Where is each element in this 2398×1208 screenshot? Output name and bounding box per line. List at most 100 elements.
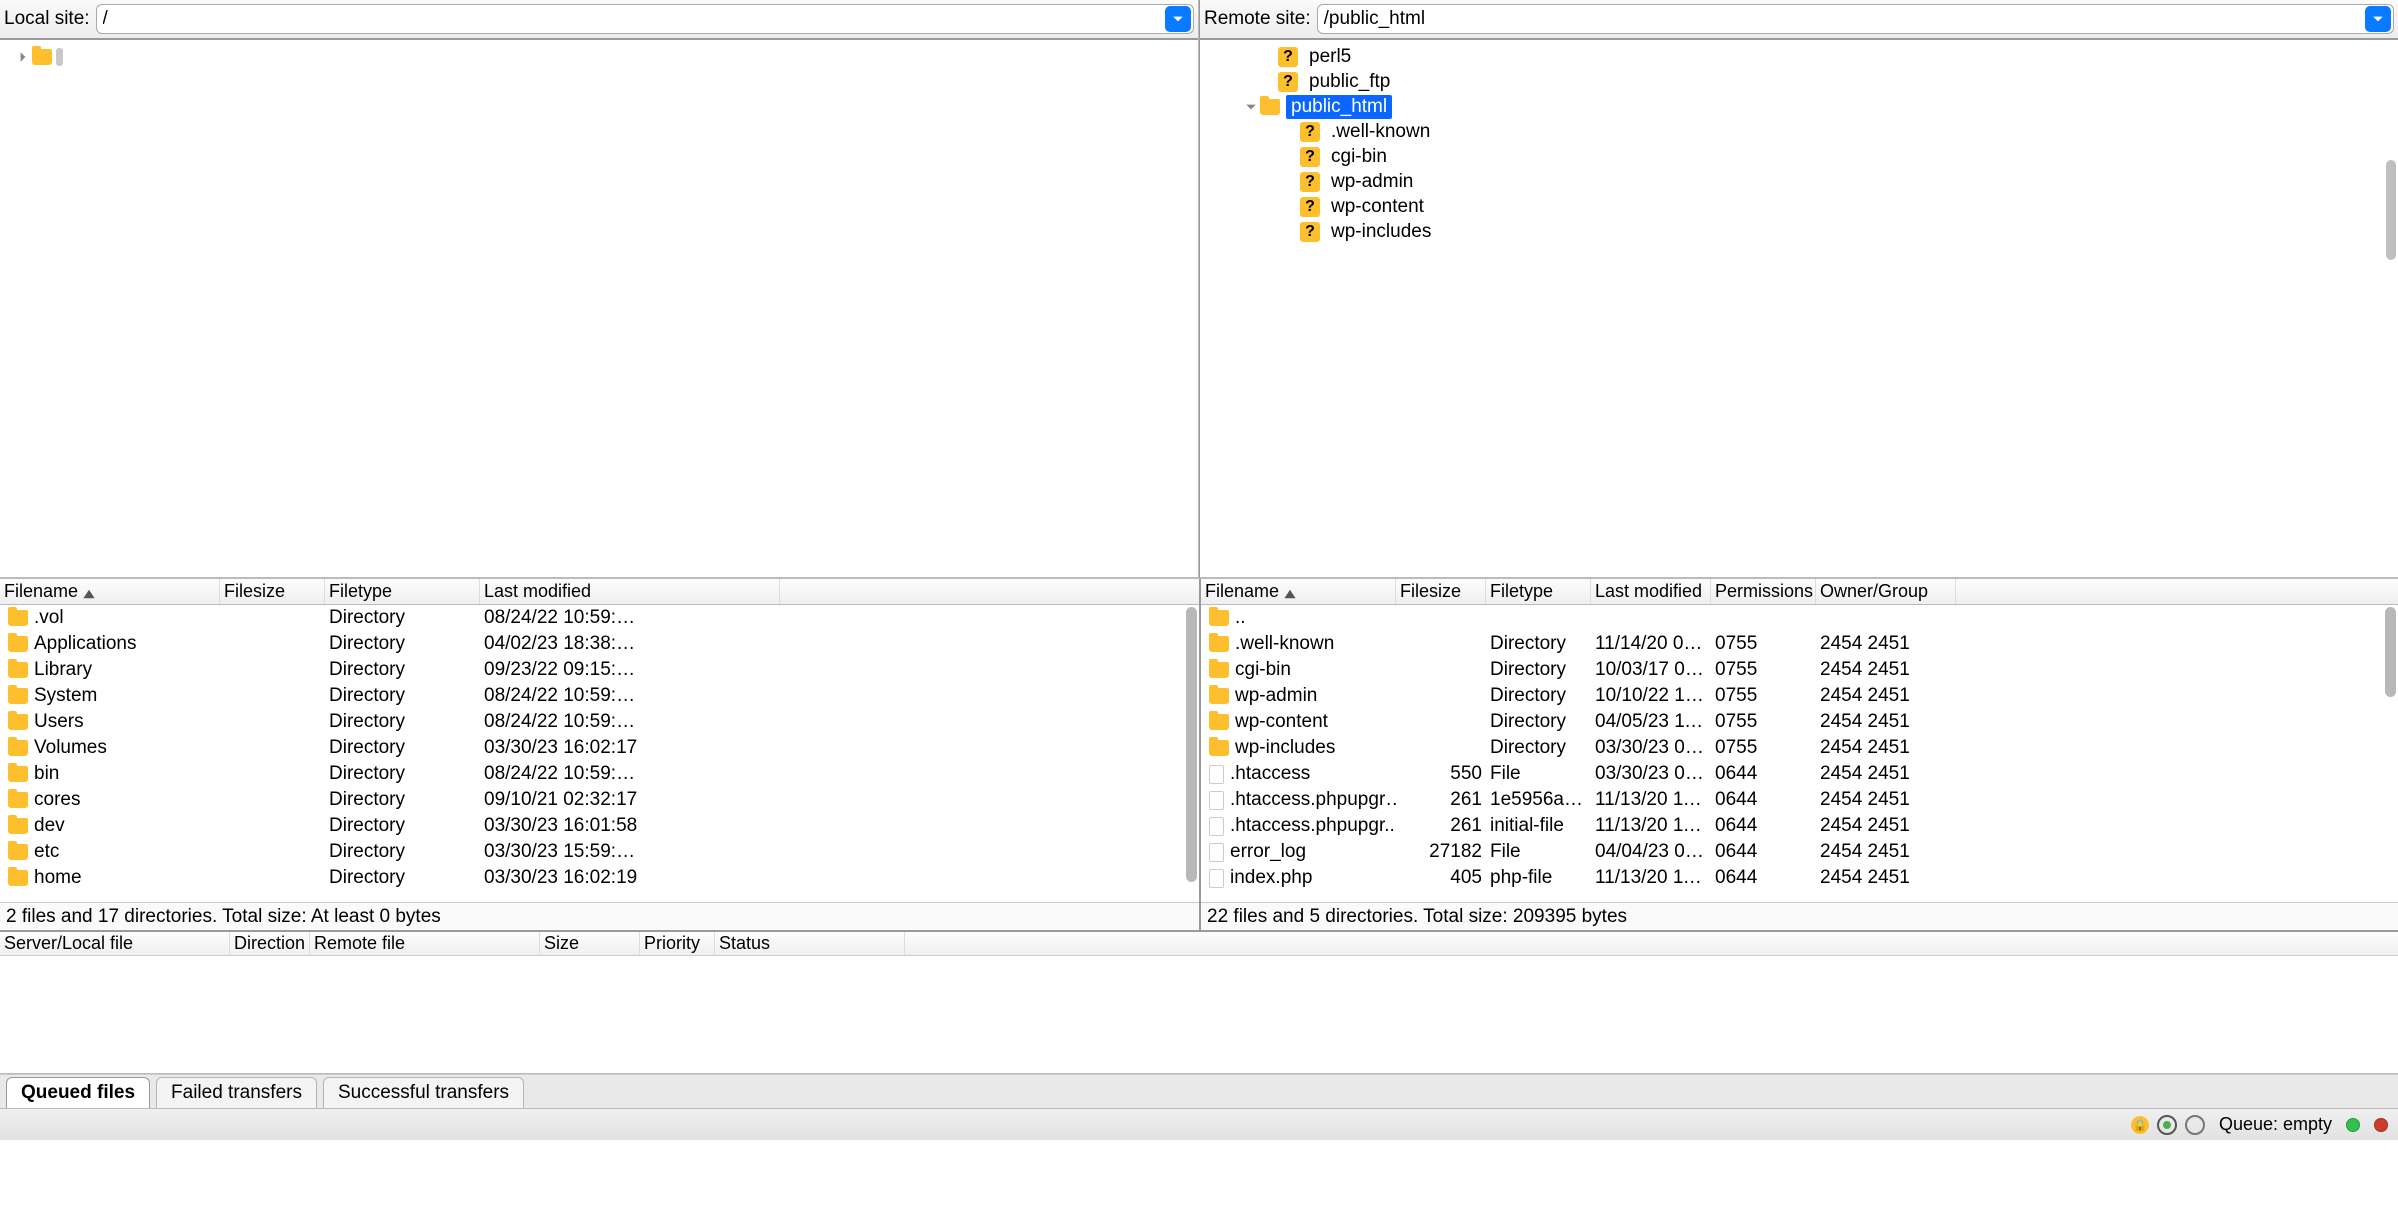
file-row[interactable]: cgi-binDirectory10/03/17 08:…07552454 24…: [1201, 657, 2398, 683]
remote-file-list[interactable]: ...well-knownDirectory11/14/20 00:1…0755…: [1201, 605, 2398, 902]
file-row[interactable]: VolumesDirectory03/30/23 16:02:17: [0, 735, 1199, 761]
queue-tab-bar: Queued filesFailed transfersSuccessful t…: [0, 1074, 2398, 1108]
remote-pane: Remote site: ?perl5?public_ftppublic_htm…: [1199, 0, 2398, 578]
remote-tree[interactable]: ?perl5?public_ftppublic_html?.well-known…: [1200, 40, 2398, 578]
column-header[interactable]: Last modified: [1591, 579, 1711, 604]
file-row[interactable]: SystemDirectory08/24/22 10:59:…: [0, 683, 1199, 709]
file-modified: 11/13/20 11:3…: [1591, 789, 1711, 811]
column-header[interactable]: Filetype: [1486, 579, 1591, 604]
chevron-down-icon[interactable]: [1242, 98, 1260, 116]
unknown-folder-icon: ?: [1278, 72, 1298, 92]
file-permissions: 0644: [1711, 763, 1816, 785]
file-row[interactable]: UsersDirectory08/24/22 10:59:…: [0, 709, 1199, 735]
file-type: Directory: [325, 607, 480, 629]
local-scrollbar[interactable]: [1186, 607, 1197, 882]
tree-item[interactable]: ?perl5: [1200, 44, 2398, 69]
file-row[interactable]: LibraryDirectory09/23/22 09:15:…: [0, 657, 1199, 683]
file-row[interactable]: error_log27182File04/04/23 00:…06442454 …: [1201, 839, 2398, 865]
refresh-icon[interactable]: [2157, 1115, 2177, 1135]
column-header[interactable]: Direction: [230, 932, 310, 955]
local-site-dropdown-button[interactable]: [1165, 6, 1191, 32]
queue-body[interactable]: [0, 956, 2398, 1074]
file-row[interactable]: wp-adminDirectory10/10/22 12:5…07552454 …: [1201, 683, 2398, 709]
remote-site-input[interactable]: [1318, 8, 2365, 30]
queue-tab[interactable]: Successful transfers: [323, 1077, 524, 1108]
column-header[interactable]: Filetype: [325, 579, 480, 604]
tree-item[interactable]: public_html: [1200, 94, 2398, 119]
lock-icon[interactable]: 🔒: [2131, 1116, 2149, 1134]
file-row[interactable]: coresDirectory09/10/21 02:32:17: [0, 787, 1199, 813]
tree-item-label[interactable]: public_html: [1286, 95, 1392, 119]
tree-item[interactable]: ? public_ftp: [1200, 69, 2398, 94]
tree-item[interactable]: ? .well-known: [1200, 119, 2398, 144]
file-modified: 04/02/23 18:38:…: [480, 633, 780, 655]
unknown-folder-icon: ?: [1300, 197, 1320, 217]
tree-item-label[interactable]: cgi-bin: [1326, 145, 1392, 169]
file-row[interactable]: binDirectory08/24/22 10:59:…: [0, 761, 1199, 787]
column-header[interactable]: Filesize: [1396, 579, 1486, 604]
tree-item-label[interactable]: wp-admin: [1326, 170, 1418, 194]
file-type: Directory: [325, 789, 480, 811]
file-type: php-file: [1486, 867, 1591, 889]
tree-item[interactable]: ?wp-includes: [1200, 219, 2398, 244]
file-row[interactable]: ApplicationsDirectory04/02/23 18:38:…: [0, 631, 1199, 657]
file-row[interactable]: devDirectory03/30/23 16:01:58: [0, 813, 1199, 839]
file-type: Directory: [1486, 737, 1591, 759]
file-row[interactable]: .htaccess.phpupgr..261initial-file11/13/…: [1201, 813, 2398, 839]
file-permissions: 0644: [1711, 841, 1816, 863]
file-row[interactable]: homeDirectory03/30/23 16:02:19: [0, 865, 1199, 891]
remote-scrollbar[interactable]: [2385, 607, 2396, 697]
file-row[interactable]: ..: [1201, 605, 2398, 631]
tree-item[interactable]: ? wp-content: [1200, 194, 2398, 219]
column-header[interactable]: Server/Local file: [0, 932, 230, 955]
column-header[interactable]: Filesize: [220, 579, 325, 604]
tree-item-label[interactable]: .well-known: [1326, 120, 1435, 144]
activity-icon[interactable]: [2185, 1115, 2205, 1135]
file-type: Directory: [325, 815, 480, 837]
file-row[interactable]: wp-includesDirectory03/30/23 01:…0755245…: [1201, 735, 2398, 761]
column-header[interactable]: Filename: [0, 579, 220, 604]
file-row[interactable]: index.php405php-file11/13/20 11:3…064424…: [1201, 865, 2398, 891]
column-header[interactable]: Priority: [640, 932, 715, 955]
folder-icon: [8, 688, 28, 704]
local-file-list[interactable]: .volDirectory08/24/22 10:59:…Application…: [0, 605, 1199, 902]
column-header[interactable]: Last modified: [480, 579, 780, 604]
chevron-right-icon[interactable]: [14, 48, 32, 66]
local-file-header[interactable]: FilenameFilesizeFiletypeLast modified: [0, 579, 1199, 605]
tree-item[interactable]: ?cgi-bin: [1200, 144, 2398, 169]
column-header[interactable]: Size: [540, 932, 640, 955]
file-name: .htaccess: [1230, 763, 1310, 785]
column-header[interactable]: Filename: [1201, 579, 1396, 604]
column-header[interactable]: Remote file: [310, 932, 540, 955]
file-row[interactable]: .htaccess.phpupgr…2611e5956a3…11/13/20 1…: [1201, 787, 2398, 813]
remote-site-dropdown-button[interactable]: [2365, 6, 2391, 32]
file-row[interactable]: etcDirectory03/30/23 15:59:…: [0, 839, 1199, 865]
file-row[interactable]: .well-knownDirectory11/14/20 00:1…075524…: [1201, 631, 2398, 657]
queue-tab[interactable]: Failed transfers: [156, 1077, 317, 1108]
tree-item[interactable]: ?wp-admin: [1200, 169, 2398, 194]
column-header[interactable]: Status: [715, 932, 905, 955]
file-row[interactable]: .volDirectory08/24/22 10:59:…: [0, 605, 1199, 631]
tree-item-label[interactable]: wp-content: [1326, 195, 1429, 219]
local-tree[interactable]: /: [0, 40, 1198, 578]
file-modified: 03/30/23 01:…: [1591, 737, 1711, 759]
file-row[interactable]: .htaccess550File03/30/23 09:…06442454 24…: [1201, 761, 2398, 787]
remote-site-combo[interactable]: [1317, 4, 2394, 34]
queue-tab[interactable]: Queued files: [6, 1077, 150, 1108]
file-owner: 2454 2451: [1816, 685, 1956, 707]
tree-item-label[interactable]: public_ftp: [1304, 70, 1395, 94]
file-type: Directory: [1486, 633, 1591, 655]
folder-icon: [1260, 99, 1280, 115]
local-site-input[interactable]: [97, 8, 1165, 30]
local-site-combo[interactable]: [96, 4, 1194, 34]
file-permissions: 0644: [1711, 867, 1816, 889]
file-owner: 2454 2451: [1816, 867, 1956, 889]
tree-item-label[interactable]: perl5: [1304, 45, 1356, 69]
tree-item-label[interactable]: wp-includes: [1326, 220, 1436, 244]
file-row[interactable]: wp-contentDirectory04/05/23 11:…07552454…: [1201, 709, 2398, 735]
queue-header[interactable]: Server/Local fileDirectionRemote fileSiz…: [0, 930, 2398, 956]
column-header[interactable]: Permissions: [1711, 579, 1816, 604]
remote-file-header[interactable]: FilenameFilesizeFiletypeLast modifiedPer…: [1201, 579, 2398, 605]
unknown-folder-icon: ?: [1300, 122, 1320, 142]
column-header[interactable]: Owner/Group: [1816, 579, 1956, 604]
